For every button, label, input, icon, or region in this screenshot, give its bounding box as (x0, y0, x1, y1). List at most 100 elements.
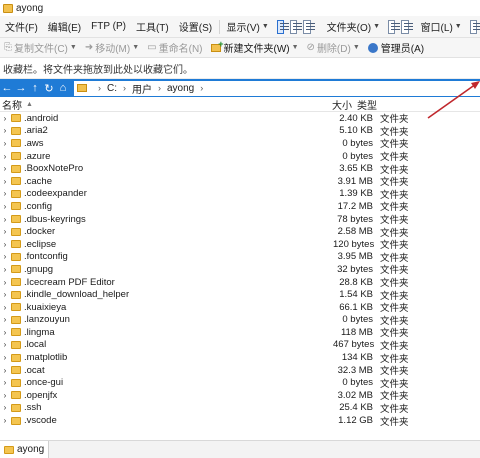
expand-chevron-icon[interactable]: › (1, 378, 9, 387)
expand-chevron-icon[interactable]: › (1, 403, 9, 412)
expand-chevron-icon[interactable]: › (1, 240, 9, 249)
chevron-down-icon: ▼ (261, 23, 269, 30)
expand-chevron-icon[interactable]: › (1, 290, 9, 299)
file-row[interactable]: › .android 2.40 KB 文件夹 (0, 112, 480, 126)
window-layout-icon[interactable] (469, 19, 480, 34)
expand-chevron-icon[interactable]: › (1, 227, 9, 236)
menu-window[interactable]: 窗口(L) ▼ (416, 16, 467, 37)
crumb-users[interactable]: 用户 (132, 81, 152, 96)
file-row[interactable]: › .vscode 1.12 GB 文件夹 (0, 414, 480, 428)
expand-chevron-icon[interactable]: › (1, 416, 9, 425)
crumb-separator-icon: › (200, 83, 204, 93)
menu-favorites-label: 文件夹(O) (326, 23, 372, 34)
copy-button[interactable]: ⎘ 复制文件(C) ▼ (0, 38, 81, 57)
file-row[interactable]: › .lanzouyun 0 bytes 文件夹 (0, 314, 480, 327)
menu-tools[interactable]: 工具(T) (131, 16, 174, 37)
menu-settings[interactable]: 设置(S) (174, 16, 217, 37)
refresh-icon[interactable]: ↻ (42, 79, 56, 97)
file-row[interactable]: › .ocat 32.3 MB 文件夹 (0, 364, 480, 378)
file-row[interactable]: › .once-gui 0 bytes 文件夹 (0, 376, 480, 390)
expand-chevron-icon[interactable]: › (1, 252, 9, 261)
expand-chevron-icon[interactable]: › (1, 139, 9, 148)
crumb-drive[interactable]: C: (107, 83, 117, 94)
file-row[interactable]: › .openjfx 3.02 MB 文件夹 (0, 389, 480, 403)
file-row[interactable]: › .BooxNotePro 3.65 KB 文件夹 (0, 162, 480, 176)
file-size: 17.2 MB (337, 200, 373, 212)
file-list[interactable]: › .android 2.40 KB 文件夹 › .aria2 5.10 KB 文件夹 ›.… (0, 112, 480, 438)
new-folder-button[interactable]: 新建文件夹(W)▼ (207, 38, 303, 57)
column-name-header[interactable]: 名称 ▲ (0, 97, 331, 112)
column-header-row: 名称 ▲ 大小 类型 (0, 97, 480, 112)
menu-edit[interactable]: 编辑(E) (43, 16, 86, 37)
expand-chevron-icon[interactable]: › (1, 189, 9, 198)
expand-chevron-icon[interactable]: › (1, 164, 9, 173)
file-name: .codeexpander (24, 188, 87, 200)
file-row[interactable]: › .local 467 bytes 文件夹 (0, 339, 480, 352)
chevron-down-icon: ▼ (352, 44, 360, 51)
folder-icon (11, 378, 21, 387)
expand-chevron-icon[interactable]: › (1, 328, 9, 337)
expand-chevron-icon[interactable]: › (1, 114, 9, 123)
file-row[interactable]: › .kindle_download_helper 1.54 KB 文件夹 (0, 288, 480, 302)
expand-chevron-icon[interactable]: › (1, 391, 9, 400)
delete-button[interactable]: ⊘ 删除(D) ▼ (303, 38, 364, 57)
file-name: .aws (24, 137, 44, 149)
column-size-header[interactable]: 大小 (331, 97, 352, 112)
file-row[interactable]: › .azure 0 bytes 文件夹 (0, 150, 480, 164)
admin-button[interactable]: 管理员(A) (364, 38, 428, 57)
column-type-header[interactable]: 类型 (352, 97, 377, 112)
expand-chevron-icon[interactable]: › (1, 177, 9, 186)
list-view-icon[interactable] (303, 19, 316, 34)
menu-ftp[interactable]: FTP (P) (86, 16, 131, 37)
expand-chevron-icon[interactable]: › (1, 215, 9, 224)
favorites-bar[interactable]: 收藏栏。将文件夹拖放到此处以收藏它们。 (0, 58, 480, 79)
file-row[interactable]: › .Icecream PDF Editor 28.8 KB 文件夹 (0, 276, 480, 290)
menu-file[interactable]: 文件(F) (0, 16, 43, 37)
file-row[interactable]: › .cache 3.91 MB 文件夹 (0, 175, 480, 189)
bookmark-icon[interactable] (388, 19, 401, 34)
menu-display-label: 显示(V) (226, 23, 260, 34)
file-row[interactable]: › .aws 0 bytes 文件夹 (0, 137, 480, 151)
file-size: 1.12 GB (338, 415, 373, 427)
file-row[interactable]: › .matplotlib 134 KB 文件夹 (0, 351, 480, 365)
file-row[interactable]: › .config 17.2 MB 文件夹 (0, 200, 480, 214)
menu-display[interactable]: 显示(V) ▼ (221, 16, 273, 37)
file-row[interactable]: › .eclipse 120 bytes 文件夹 (0, 238, 480, 252)
file-row[interactable]: › .lingma 118 MB 文件夹 (0, 326, 480, 340)
preview-pane-icon[interactable] (290, 19, 303, 34)
forward-arrow-icon[interactable]: → (14, 79, 28, 97)
expand-chevron-icon[interactable]: › (1, 353, 9, 362)
file-row[interactable]: › .docker 2.58 MB 文件夹 (0, 225, 480, 239)
path-field[interactable]: › C: › 用户 › ayong › (74, 80, 480, 96)
rename-button[interactable]: ▭ 重命名(N) (143, 38, 206, 57)
file-size: 2.58 MB (337, 226, 373, 238)
expand-chevron-icon[interactable]: › (1, 126, 9, 135)
file-row[interactable]: › .codeexpander 1.39 KB 文件夹 (0, 188, 480, 201)
expand-chevron-icon[interactable]: › (1, 366, 9, 375)
copy-label: 复制文件(C) (14, 44, 68, 55)
file-row[interactable]: › .aria2 5.10 KB 文件夹 (0, 125, 480, 138)
file-row[interactable]: › .dbus-keyrings 78 bytes 文件夹 (0, 213, 480, 227)
crumb-user[interactable]: ayong (167, 83, 194, 94)
home-icon[interactable]: ⌂ (56, 79, 70, 97)
file-row[interactable]: › .fontconfig 3.95 MB 文件夹 (0, 251, 480, 264)
file-row[interactable]: › .kuaixieya 66.1 KB 文件夹 (0, 301, 480, 315)
menu-favorites[interactable]: 文件夹(O) ▼ (322, 16, 385, 37)
expand-chevron-icon[interactable]: › (1, 340, 9, 349)
folder-tab[interactable]: ayong (0, 441, 50, 458)
back-arrow-icon[interactable]: ← (0, 79, 14, 97)
expand-chevron-icon[interactable]: › (1, 278, 9, 287)
file-row[interactable]: › .gnupg 32 bytes 文件夹 (0, 263, 480, 277)
expand-chevron-icon[interactable]: › (1, 303, 9, 312)
expand-chevron-icon[interactable]: › (1, 152, 9, 161)
expand-chevron-icon[interactable]: › (1, 265, 9, 274)
details-view-icon[interactable] (276, 19, 290, 34)
expand-chevron-icon[interactable]: › (1, 315, 9, 324)
expand-chevron-icon[interactable]: › (1, 202, 9, 211)
file-size: 28.8 KB (339, 276, 373, 288)
panel-icon[interactable] (401, 19, 414, 34)
file-name: .cache (24, 175, 52, 187)
move-button[interactable]: ➜ 移动(M) ▼ (81, 38, 143, 57)
file-row[interactable]: › .ssh 25.4 KB 文件夹 (0, 402, 480, 415)
up-arrow-icon[interactable]: ↑ (28, 79, 42, 97)
